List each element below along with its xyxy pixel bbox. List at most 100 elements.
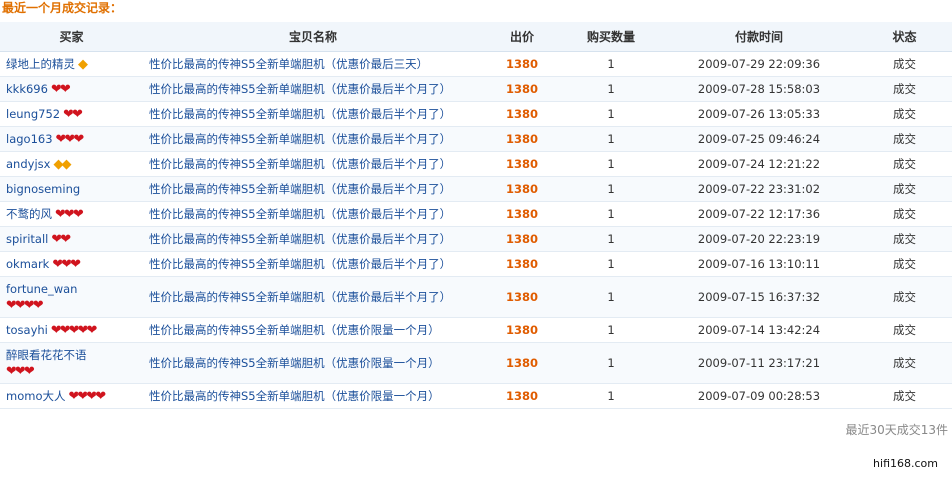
status-cell: 成交 — [857, 317, 952, 343]
item-link[interactable]: 性价比最高的传神S5全新单端胆机（优惠价限量一个月） — [149, 323, 440, 337]
buyer-link[interactable]: leung752 — [6, 107, 60, 121]
item-link[interactable]: 性价比最高的传神S5全新单端胆机（优惠价最后半个月了） — [149, 107, 451, 121]
qty-cell: 1 — [561, 226, 661, 252]
item-cell: 性价比最高的传神S5全新单端胆机（优惠价最后半个月了） — [143, 276, 483, 318]
buyer-cell: momo大人 ❤❤❤❤ — [0, 383, 143, 409]
status-cell: 成交 — [857, 201, 952, 227]
status-cell: 成交 — [857, 101, 952, 127]
table-row: kkk696 ❤❤ 性价比最高的传神S5全新单端胆机（优惠价最后半个月了） 1380 1… — [0, 76, 952, 102]
buyer-cell: kkk696 ❤❤ — [0, 76, 143, 102]
item-link[interactable]: 性价比最高的传神S5全新单端胆机（优惠价最后半个月了） — [149, 132, 451, 146]
table-row: fortune_wan ❤❤❤❤ 性价比最高的传神S5全新单端胆机（优惠价最后半个月… — [0, 276, 952, 318]
item-link[interactable]: 性价比最高的传神S5全新单端胆机（优惠价最后半个月了） — [149, 182, 451, 196]
price-cell: 1380 — [483, 176, 561, 202]
buyer-link[interactable]: bignoseming — [6, 182, 80, 196]
price-cell: 1380 — [483, 76, 561, 102]
item-link[interactable]: 性价比最高的传神S5全新单端胆机（优惠价最后三天） — [149, 57, 428, 71]
time-cell: 2009-07-15 16:37:32 — [661, 276, 857, 318]
status-cell: 成交 — [857, 226, 952, 252]
price-cell: 1380 — [483, 317, 561, 343]
item-link[interactable]: 性价比最高的传神S5全新单端胆机（优惠价限量一个月） — [149, 356, 440, 370]
item-cell: 性价比最高的传神S5全新单端胆机（优惠价最后半个月了） — [143, 151, 483, 177]
column-header-qty: 购买数量 — [561, 22, 661, 52]
status-cell: 成交 — [857, 51, 952, 77]
price-cell: 1380 — [483, 342, 561, 384]
column-header-status: 状态 — [857, 22, 952, 52]
buyer-link[interactable]: fortune_wan — [6, 282, 77, 296]
heart-icon: ❤ — [23, 363, 35, 379]
buyer-cell: fortune_wan ❤❤❤❤ — [0, 276, 143, 318]
time-cell: 2009-07-16 13:10:11 — [661, 251, 857, 277]
buyer-link[interactable]: spiritall — [6, 232, 48, 246]
table-row: spiritall ❤❤ 性价比最高的传神S5全新单端胆机（优惠价最后半个月了） 13… — [0, 226, 952, 252]
heart-icon: ❤ — [32, 297, 44, 313]
table-row: bignoseming 性价比最高的传神S5全新单端胆机（优惠价最后半个月了） 13… — [0, 176, 952, 202]
item-cell: 性价比最高的传神S5全新单端胆机（优惠价限量一个月） — [143, 342, 483, 384]
price-cell: 1380 — [483, 383, 561, 409]
buyer-link[interactable]: momo大人 — [6, 389, 65, 403]
price-cell: 1380 — [483, 151, 561, 177]
heart-icon: ❤ — [95, 389, 107, 404]
item-link[interactable]: 性价比最高的传神S5全新单端胆机（优惠价最后半个月了） — [149, 82, 451, 96]
section-title: 最近一个月成交记录： — [2, 1, 123, 15]
buyer-link[interactable]: andyjsx — [6, 157, 50, 171]
table-row: 绿地上的精灵 ◆ 性价比最高的传神S5全新单端胆机（优惠价最后三天） 1380 1 200… — [0, 51, 952, 77]
status-cell: 成交 — [857, 342, 952, 384]
item-link[interactable]: 性价比最高的传神S5全新单端胆机（优惠价限量一个月） — [149, 389, 440, 403]
buyer-link[interactable]: lago163 — [6, 132, 53, 146]
heart-icon: ❤ — [73, 132, 85, 147]
buyer-link[interactable]: 绿地上的精灵 — [6, 57, 75, 71]
time-cell: 2009-07-11 23:17:21 — [661, 342, 857, 384]
credit-rating-badge: ❤❤ — [51, 232, 71, 247]
table-row: momo大人 ❤❤❤❤ 性价比最高的传神S5全新单端胆机（优惠价限量一个月） 1380… — [0, 383, 952, 409]
qty-cell: 1 — [561, 383, 661, 409]
credit-rating-badge: ❤❤❤❤ — [6, 297, 44, 313]
item-cell: 性价比最高的传神S5全新单端胆机（优惠价限量一个月） — [143, 317, 483, 343]
qty-cell: 1 — [561, 342, 661, 384]
item-cell: 性价比最高的传神S5全新单端胆机（优惠价最后半个月了） — [143, 176, 483, 202]
item-link[interactable]: 性价比最高的传神S5全新单端胆机（优惠价最后半个月了） — [149, 257, 451, 271]
time-cell: 2009-07-14 13:42:24 — [661, 317, 857, 343]
buyer-link[interactable]: okmark — [6, 257, 49, 271]
item-cell: 性价比最高的传神S5全新单端胆机（优惠价最后半个月了） — [143, 76, 483, 102]
heart-icon: ❤ — [70, 257, 82, 272]
price-cell: 1380 — [483, 226, 561, 252]
time-cell: 2009-07-29 22:09:36 — [661, 51, 857, 77]
item-cell: 性价比最高的传神S5全新单端胆机（优惠价最后三天） — [143, 51, 483, 77]
buyer-cell: leung752 ❤❤ — [0, 101, 143, 127]
buyer-link[interactable]: 不鹜的风 — [6, 207, 52, 221]
heart-icon: ❤ — [72, 207, 84, 222]
buyer-link[interactable]: tosayhi — [6, 323, 48, 337]
diamond-icon: ◆ — [78, 57, 88, 72]
credit-rating-badge: ❤❤❤❤ — [68, 389, 107, 404]
item-link[interactable]: 性价比最高的传神S5全新单端胆机（优惠价最后半个月了） — [149, 232, 451, 246]
qty-cell: 1 — [561, 317, 661, 343]
price-cell: 1380 — [483, 101, 561, 127]
price-cell: 1380 — [483, 51, 561, 77]
time-cell: 2009-07-26 13:05:33 — [661, 101, 857, 127]
item-link[interactable]: 性价比最高的传神S5全新单端胆机（优惠价最后半个月了） — [149, 290, 451, 304]
site-watermark: hifi168.com — [873, 457, 938, 470]
qty-cell: 1 — [561, 151, 661, 177]
qty-cell: 1 — [561, 101, 661, 127]
column-header-item: 宝贝名称 — [143, 22, 483, 52]
item-link[interactable]: 性价比最高的传神S5全新单端胆机（优惠价最后半个月了） — [149, 207, 451, 221]
transaction-table: 买家 宝贝名称 出价 购买数量 付款时间 状态 绿地上的精灵 ◆ 性价比最高的传神S… — [0, 22, 952, 409]
item-cell: 性价比最高的传神S5全新单端胆机（优惠价最后半个月了） — [143, 251, 483, 277]
credit-rating-badge: ◆◆ — [53, 157, 71, 172]
status-cell: 成交 — [857, 76, 952, 102]
table-row: 不鹜的风 ❤❤❤ 性价比最高的传神S5全新单端胆机（优惠价最后半个月了） 1380 1 2… — [0, 201, 952, 227]
buyer-cell: andyjsx ◆◆ — [0, 151, 143, 177]
status-cell: 成交 — [857, 151, 952, 177]
time-cell: 2009-07-28 15:58:03 — [661, 76, 857, 102]
item-cell: 性价比最高的传神S5全新单端胆机（优惠价限量一个月） — [143, 383, 483, 409]
credit-rating-badge: ◆ — [78, 57, 88, 72]
table-row: lago163 ❤❤❤ 性价比最高的传神S5全新单端胆机（优惠价最后半个月了） 138… — [0, 126, 952, 152]
buyer-cell: bignoseming — [0, 176, 143, 202]
buyer-link[interactable]: kkk696 — [6, 82, 48, 96]
heart-icon: ❤ — [59, 82, 71, 97]
table-row: 醉眼看花花不语 ❤❤❤ 性价比最高的传神S5全新单端胆机（优惠价限量一个月） 1380… — [0, 342, 952, 384]
item-link[interactable]: 性价比最高的传神S5全新单端胆机（优惠价最后半个月了） — [149, 157, 451, 171]
buyer-link[interactable]: 醉眼看花花不语 — [6, 348, 87, 362]
table-row: tosayhi ❤❤❤❤❤ 性价比最高的传神S5全新单端胆机（优惠价限量一个月） 13… — [0, 317, 952, 343]
